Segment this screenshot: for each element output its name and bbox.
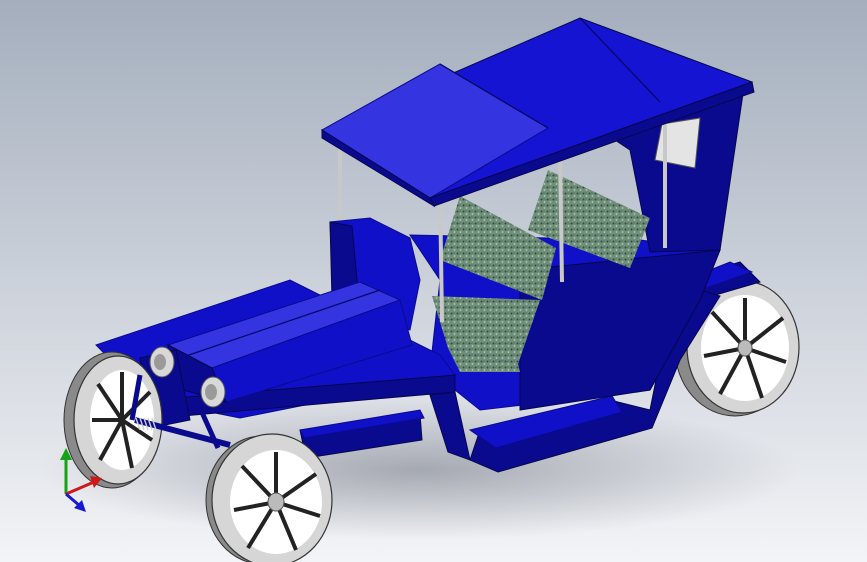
front-right-wheel[interactable] bbox=[205, 433, 333, 562]
orientation-triad[interactable] bbox=[52, 448, 112, 518]
car-3d-model[interactable] bbox=[0, 0, 867, 562]
right-headlamp bbox=[200, 376, 226, 408]
axis-y-arrowhead bbox=[60, 448, 72, 460]
rear-window bbox=[654, 117, 701, 169]
cad-graphics-viewport[interactable] bbox=[0, 0, 867, 562]
left-headlamp bbox=[149, 346, 175, 378]
axis-x-arrow bbox=[65, 480, 95, 496]
